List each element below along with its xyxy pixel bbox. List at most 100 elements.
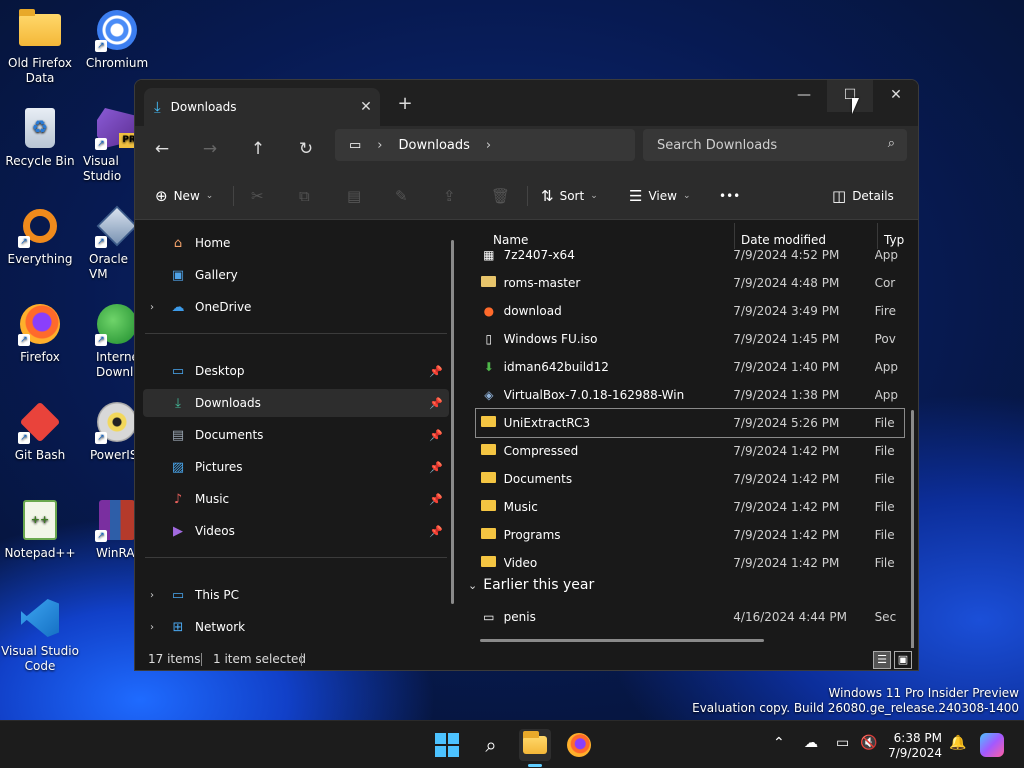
close-window-button[interactable]: ✕ bbox=[873, 80, 918, 112]
breadcrumb-chevron-icon[interactable]: › bbox=[377, 138, 382, 153]
share-icon[interactable]: ⇪ bbox=[443, 184, 462, 208]
desktop-icon-git-bash[interactable]: ↗ Git Bash bbox=[0, 400, 80, 463]
breadcrumb-downloads[interactable]: Downloads bbox=[399, 138, 470, 153]
nav-item-onedrive[interactable]: › ☁ OneDrive bbox=[143, 293, 449, 321]
new-button[interactable]: ⊕ New ⌄ bbox=[155, 184, 213, 208]
expand-chevron-icon[interactable]: › bbox=[143, 590, 161, 601]
network-status-icon[interactable]: ▭ bbox=[836, 735, 849, 751]
view-button[interactable]: ☰ View ⌄ bbox=[629, 184, 690, 208]
nav-item-this-pc[interactable]: › ▭ This PC bbox=[143, 581, 449, 609]
more-options-button[interactable]: ••• bbox=[719, 184, 740, 208]
details-view-icon[interactable]: ☰ bbox=[873, 651, 891, 669]
pin-icon[interactable]: 📌 bbox=[429, 525, 443, 538]
close-tab-icon[interactable]: ✕ bbox=[352, 99, 380, 115]
delete-icon[interactable]: 🗑 bbox=[491, 184, 516, 208]
file-row-penis[interactable]: ▭ penis 4/16/2024 4:44 PM Sec bbox=[476, 603, 904, 631]
cut-icon[interactable]: ✂ bbox=[251, 184, 270, 208]
chevron-down-icon: ⌄ bbox=[682, 191, 691, 201]
start-button[interactable] bbox=[431, 729, 463, 761]
file-row[interactable]: ▯ Windows FU.iso 7/9/2024 1:45 PM Pov bbox=[476, 325, 904, 353]
search-taskbar-icon[interactable]: ⌕ bbox=[475, 729, 507, 761]
desktop-icon-visual-studio-code[interactable]: Visual Studio Code bbox=[0, 596, 80, 674]
watermark-line-1: Windows 11 Pro Insider Preview bbox=[828, 686, 1019, 700]
system-clock[interactable]: 6:38 PM 7/9/2024 bbox=[888, 731, 942, 761]
file-row[interactable]: Programs 7/9/2024 1:42 PM File bbox=[476, 521, 904, 549]
refresh-icon[interactable]: ↻ bbox=[291, 134, 321, 164]
file-type: App bbox=[874, 388, 899, 402]
details-button[interactable]: ◫ Details bbox=[832, 184, 894, 208]
notification-bell-icon[interactable]: 🔔 bbox=[949, 735, 966, 751]
onedrive-sync-icon[interactable]: ☁ bbox=[804, 735, 818, 751]
nav-item-gallery[interactable]: ▣ Gallery bbox=[143, 261, 449, 289]
nav-item-desktop[interactable]: ▭ Desktop 📌 bbox=[143, 357, 449, 385]
pin-icon[interactable]: 📌 bbox=[429, 365, 443, 378]
copilot-icon[interactable] bbox=[980, 733, 1004, 757]
file-name: Documents bbox=[503, 472, 573, 486]
pin-icon[interactable]: 📌 bbox=[429, 429, 443, 442]
up-arrow-icon[interactable]: ↑ bbox=[243, 134, 273, 164]
file-row[interactable]: ● download 7/9/2024 3:49 PM Fire bbox=[476, 297, 904, 325]
minimize-button[interactable]: — bbox=[781, 80, 827, 112]
nav-pane-scrollbar[interactable] bbox=[451, 240, 454, 604]
nav-item-downloads[interactable]: ⤓ Downloads 📌 bbox=[143, 389, 449, 417]
command-bar: ⊕ New ⌄ ✂ ⧉ ▤ ✎ ⇪ 🗑 ⇅ Sort ⌄ ☰ View ⌄ ••… bbox=[135, 172, 918, 220]
file-row[interactable]: Video 7/9/2024 1:42 PM File bbox=[476, 549, 904, 577]
file-row[interactable]: ⬇ idman642build12 7/9/2024 1:40 PM App bbox=[476, 353, 904, 381]
firefox-taskbar-icon[interactable] bbox=[563, 729, 595, 761]
nav-item-music[interactable]: ♪ Music 📌 bbox=[143, 485, 449, 513]
file-explorer-taskbar-icon[interactable] bbox=[519, 729, 551, 761]
nav-item-home[interactable]: ⌂ Home bbox=[143, 229, 449, 257]
desktop-icon-notepad-plus-plus[interactable]: ++ Notepad++ bbox=[0, 498, 80, 561]
active-app-indicator bbox=[528, 764, 542, 767]
show-hidden-icons-chevron-icon[interactable]: ⌃ bbox=[773, 735, 785, 751]
forward-arrow-icon[interactable]: → bbox=[195, 134, 225, 164]
sort-button[interactable]: ⇅ Sort ⌄ bbox=[541, 184, 598, 208]
desktop-icon-firefox[interactable]: ↗ Firefox bbox=[0, 302, 80, 365]
file-row-selected[interactable]: UniExtractRC3 7/9/2024 5:26 PM File bbox=[475, 408, 905, 438]
rename-icon[interactable]: ✎ bbox=[395, 184, 414, 208]
file-list-vertical-scrollbar[interactable] bbox=[911, 410, 914, 670]
desktop-icon-everything[interactable]: ↗ Everything bbox=[0, 204, 80, 267]
search-icon: ⌕ bbox=[887, 136, 895, 151]
desktop-icon-recycle-bin[interactable]: ♻ Recycle Bin bbox=[0, 106, 80, 169]
file-row[interactable]: roms-master 7/9/2024 4:48 PM Cor bbox=[476, 269, 904, 297]
desktop-icon-label: WinRAR bbox=[96, 546, 137, 560]
expand-chevron-icon[interactable]: › bbox=[143, 302, 161, 313]
desktop-icon-old-firefox-data[interactable]: Old Firefox Data bbox=[0, 8, 80, 86]
maximize-button[interactable]: ☐ bbox=[827, 80, 873, 112]
address-bar[interactable]: ▭ › Downloads › bbox=[335, 129, 635, 161]
file-list-horizontal-scrollbar[interactable] bbox=[480, 639, 764, 642]
expand-chevron-icon[interactable]: › bbox=[143, 622, 161, 633]
zip-folder-icon bbox=[480, 276, 498, 290]
file-row[interactable]: ◈ VirtualBox-7.0.18-162988-Win 7/9/2024 … bbox=[476, 381, 904, 409]
nav-item-network[interactable]: › ⊞ Network bbox=[143, 613, 449, 641]
desktop-icon-label: Chromium bbox=[85, 56, 149, 70]
nav-item-documents[interactable]: ▤ Documents 📌 bbox=[143, 421, 449, 449]
file-name: penis bbox=[503, 610, 536, 624]
file-row[interactable]: ▦ 7z2407-x64 7/9/2024 4:52 PM App bbox=[476, 241, 904, 269]
tab-downloads[interactable]: ⤓ Downloads ✕ bbox=[144, 88, 380, 126]
pin-icon[interactable]: 📌 bbox=[429, 493, 443, 506]
file-row[interactable]: Compressed 7/9/2024 1:42 PM File bbox=[476, 437, 904, 465]
file-type: File bbox=[874, 444, 895, 458]
pin-icon[interactable]: 📌 bbox=[429, 397, 443, 410]
file-row[interactable]: Music 7/9/2024 1:42 PM File bbox=[476, 493, 904, 521]
desktop-icon-chromium[interactable]: ↗ Chromium bbox=[77, 8, 157, 71]
paste-icon[interactable]: ▤ bbox=[347, 184, 367, 208]
back-arrow-icon[interactable]: ← bbox=[147, 134, 177, 164]
tiles-view-icon[interactable]: ▣ bbox=[894, 651, 912, 669]
nav-item-videos[interactable]: ▶ Videos 📌 bbox=[143, 517, 449, 545]
group-header-earlier-this-year[interactable]: ⌄ Earlier this year bbox=[468, 577, 594, 593]
file-date: 7/9/2024 1:45 PM bbox=[733, 332, 840, 346]
desktop-icon-label: Recycle Bin bbox=[5, 154, 75, 168]
pin-icon[interactable]: 📌 bbox=[429, 461, 443, 474]
selection-count: 1 item selected bbox=[213, 652, 307, 666]
breadcrumb-chevron-icon[interactable]: › bbox=[486, 138, 491, 153]
file-row[interactable]: Documents 7/9/2024 1:42 PM File bbox=[476, 465, 904, 493]
search-input[interactable]: Search Downloads ⌕ bbox=[643, 129, 907, 161]
copy-icon[interactable]: ⧉ bbox=[299, 184, 316, 208]
volume-muted-icon[interactable]: 🔇 bbox=[860, 735, 877, 751]
recycle-bin-icon: ♻ bbox=[18, 106, 62, 150]
nav-item-pictures[interactable]: ▨ Pictures 📌 bbox=[143, 453, 449, 481]
new-tab-button[interactable]: + bbox=[393, 92, 417, 116]
